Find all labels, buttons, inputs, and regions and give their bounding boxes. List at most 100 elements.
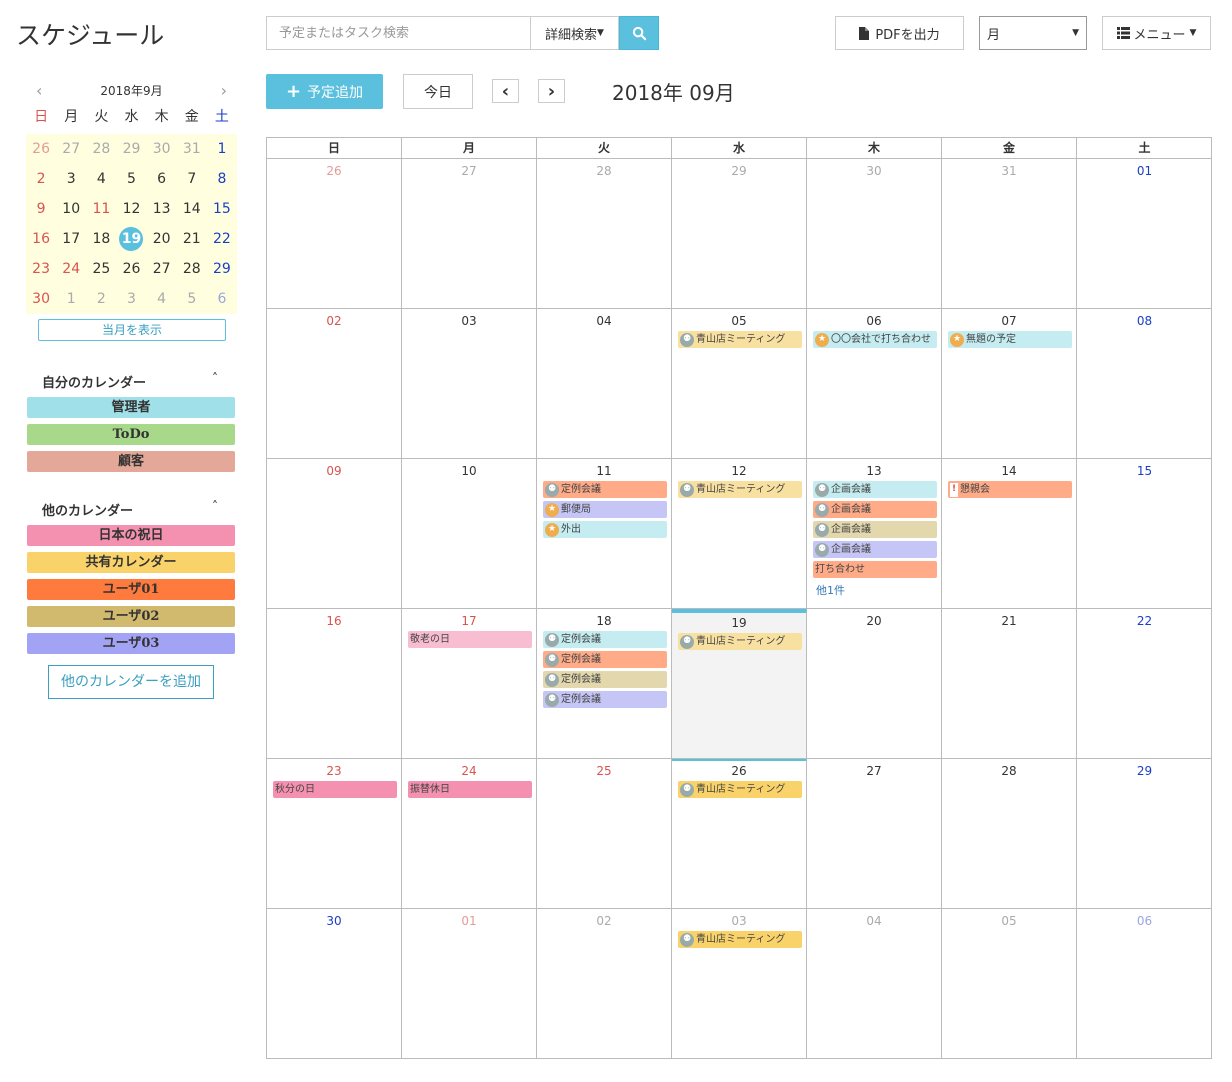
mini-day[interactable]: 9 bbox=[26, 194, 56, 224]
event-item[interactable]: ⚉ 定例会議 bbox=[543, 691, 667, 708]
day-cell[interactable]: 11 ⚉ 定例会議 ★ 郵便局 ★ 外出 bbox=[537, 459, 672, 609]
day-cell[interactable]: 02 bbox=[267, 309, 402, 459]
mini-day[interactable]: 3 bbox=[56, 164, 86, 194]
day-cell[interactable]: 14! 懇親会 bbox=[942, 459, 1077, 609]
mini-day[interactable]: 29 bbox=[116, 134, 146, 164]
mini-day[interactable]: 15 bbox=[207, 194, 237, 224]
event-item[interactable]: 敬老の日 bbox=[408, 631, 532, 648]
menu-button[interactable]: メニュー ▼ bbox=[1102, 16, 1211, 50]
day-cell[interactable]: 01 bbox=[402, 909, 537, 1059]
mini-day[interactable]: 16 bbox=[26, 224, 56, 254]
day-cell[interactable]: 29 bbox=[672, 159, 807, 309]
day-cell[interactable]: 03 ⚉ 青山店ミーティング bbox=[672, 909, 807, 1059]
mini-day[interactable]: 20 bbox=[147, 224, 177, 254]
mini-day[interactable]: 3 bbox=[116, 284, 146, 314]
mini-day[interactable]: 2 bbox=[86, 284, 116, 314]
day-cell[interactable]: 21 bbox=[942, 609, 1077, 759]
day-cell[interactable]: 06 ★ 〇〇会社で打ち合わせ bbox=[807, 309, 942, 459]
mini-day[interactable]: 23 bbox=[26, 254, 56, 284]
collapse-icon[interactable]: ˄ bbox=[212, 371, 218, 385]
event-item[interactable]: ★ 無題の予定 bbox=[948, 331, 1072, 348]
mini-day[interactable]: 28 bbox=[86, 134, 116, 164]
mini-day[interactable]: 14 bbox=[177, 194, 207, 224]
day-cell[interactable]: 03 bbox=[402, 309, 537, 459]
mini-day[interactable]: 7 bbox=[177, 164, 207, 194]
advanced-search-button[interactable]: 詳細検索 ▼ bbox=[530, 16, 619, 50]
chevron-left-icon[interactable]: ‹ bbox=[36, 81, 42, 100]
mini-day[interactable]: 1 bbox=[207, 134, 237, 164]
mini-day[interactable]: 6 bbox=[147, 164, 177, 194]
calendar-chip[interactable]: 顧客 bbox=[27, 451, 235, 472]
more-events-link[interactable]: 他1件 bbox=[813, 582, 937, 598]
day-cell[interactable]: 22 bbox=[1077, 609, 1212, 759]
event-item[interactable]: ⚉ 企画会議 bbox=[813, 481, 937, 498]
mini-day[interactable]: 5 bbox=[116, 164, 146, 194]
day-cell[interactable]: 05 ⚉ 青山店ミーティング bbox=[672, 309, 807, 459]
event-item[interactable]: ★ 〇〇会社で打ち合わせ bbox=[813, 331, 937, 348]
mini-day[interactable]: 27 bbox=[147, 254, 177, 284]
mini-day[interactable]: 6 bbox=[207, 284, 237, 314]
day-cell[interactable]: 09 bbox=[267, 459, 402, 609]
event-item[interactable]: ⚉ 青山店ミーティング bbox=[678, 781, 802, 798]
search-button[interactable] bbox=[619, 16, 659, 50]
event-item[interactable]: ⚉ 定例会議 bbox=[543, 631, 667, 648]
add-calendar-button[interactable]: 他のカレンダーを追加 bbox=[48, 665, 214, 699]
event-item[interactable]: ⚉ 定例会議 bbox=[543, 651, 667, 668]
mini-day[interactable]: 1 bbox=[56, 284, 86, 314]
day-cell[interactable]: 20 bbox=[807, 609, 942, 759]
day-cell[interactable]: 26 ⚉ 青山店ミーティング bbox=[672, 759, 807, 909]
chevron-right-icon[interactable]: › bbox=[221, 81, 227, 100]
day-cell[interactable]: 30 bbox=[267, 909, 402, 1059]
mini-day[interactable]: 17 bbox=[56, 224, 86, 254]
calendar-chip[interactable]: 共有カレンダー bbox=[27, 552, 235, 573]
day-cell[interactable]: 31 bbox=[942, 159, 1077, 309]
mini-day[interactable]: 10 bbox=[56, 194, 86, 224]
next-month-button[interactable]: › bbox=[538, 79, 565, 103]
mini-day[interactable]: 28 bbox=[177, 254, 207, 284]
day-cell[interactable]: 04 bbox=[537, 309, 672, 459]
mini-day[interactable]: 8 bbox=[207, 164, 237, 194]
mini-day[interactable]: 12 bbox=[116, 194, 146, 224]
day-cell[interactable]: 29 bbox=[1077, 759, 1212, 909]
mini-day[interactable]: 22 bbox=[207, 224, 237, 254]
event-item[interactable]: 振替休日 bbox=[408, 781, 532, 798]
day-cell[interactable]: 13 ⚉ 企画会議 ⚉ 企画会議 ⚉ 企画会議 ⚉ 企画会議 打ち合わせ 他1件 bbox=[807, 459, 942, 609]
calendar-chip[interactable]: ユーザ01 bbox=[27, 579, 235, 600]
day-cell[interactable]: 05 bbox=[942, 909, 1077, 1059]
day-cell[interactable]: 19 ⚉ 青山店ミーティング bbox=[672, 609, 807, 759]
add-event-button[interactable]: + 予定追加 bbox=[266, 74, 383, 109]
event-item[interactable]: ⚉ 青山店ミーティング bbox=[678, 331, 802, 348]
mini-day[interactable]: 24 bbox=[56, 254, 86, 284]
show-current-month-button[interactable]: 当月を表示 bbox=[38, 319, 226, 341]
event-item[interactable]: ⚉ 企画会議 bbox=[813, 541, 937, 558]
event-item[interactable]: 打ち合わせ bbox=[813, 561, 937, 578]
day-cell[interactable]: 27 bbox=[402, 159, 537, 309]
mini-day[interactable]: 30 bbox=[147, 134, 177, 164]
event-item[interactable]: ⚉ 定例会議 bbox=[543, 481, 667, 498]
event-item[interactable]: ⚉ 企画会議 bbox=[813, 521, 937, 538]
mini-day[interactable]: 21 bbox=[177, 224, 207, 254]
day-cell[interactable]: 02 bbox=[537, 909, 672, 1059]
mini-day[interactable]: 2 bbox=[26, 164, 56, 194]
mini-day[interactable]: 27 bbox=[56, 134, 86, 164]
day-cell[interactable]: 01 bbox=[1077, 159, 1212, 309]
day-cell[interactable]: 12 ⚉ 青山店ミーティング bbox=[672, 459, 807, 609]
day-cell[interactable]: 16 bbox=[267, 609, 402, 759]
day-cell[interactable]: 04 bbox=[807, 909, 942, 1059]
day-cell[interactable]: 24 振替休日 bbox=[402, 759, 537, 909]
calendar-chip[interactable]: 管理者 bbox=[27, 397, 235, 418]
day-cell[interactable]: 25 bbox=[537, 759, 672, 909]
view-select[interactable]: 月 ▼ bbox=[979, 16, 1087, 50]
mini-day[interactable]: 18 bbox=[86, 224, 116, 254]
calendar-chip[interactable]: ユーザ03 bbox=[27, 633, 235, 654]
event-item[interactable]: ★ 郵便局 bbox=[543, 501, 667, 518]
mini-day[interactable]: 13 bbox=[147, 194, 177, 224]
day-cell[interactable]: 23 秋分の日 bbox=[267, 759, 402, 909]
day-cell[interactable]: 17 敬老の日 bbox=[402, 609, 537, 759]
mini-day[interactable]: 26 bbox=[26, 134, 56, 164]
event-item[interactable]: ⚉ 青山店ミーティング bbox=[678, 481, 802, 498]
mini-day[interactable]: 31 bbox=[177, 134, 207, 164]
mini-day[interactable]: 11 bbox=[86, 194, 116, 224]
calendar-chip[interactable]: ToDo bbox=[27, 424, 235, 445]
mini-day[interactable]: 19 bbox=[116, 224, 146, 254]
